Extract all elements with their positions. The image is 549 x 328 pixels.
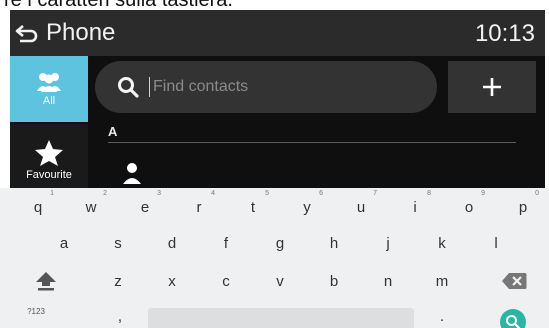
plus-icon <box>483 78 501 96</box>
status-bar: Phone 10:13 <box>10 10 545 56</box>
section-letter: A <box>108 124 118 139</box>
sidebar: All Favourite <box>10 56 88 196</box>
key-f[interactable]: f <box>204 226 248 260</box>
key-v[interactable]: v <box>258 264 302 298</box>
key-g[interactable]: g <box>258 226 302 260</box>
contact-list: A <box>88 120 545 196</box>
add-contact-button[interactable] <box>448 61 536 113</box>
key-z[interactable]: z <box>96 264 140 298</box>
key-p[interactable]: p0 <box>501 190 545 224</box>
symbols-key[interactable]: ?123 <box>14 300 58 322</box>
star-icon <box>35 140 63 166</box>
key-y[interactable]: y6 <box>285 190 329 224</box>
back-arrow-icon <box>15 25 38 43</box>
comma-key[interactable]: , <box>98 304 142 328</box>
backspace-key[interactable] <box>492 264 536 298</box>
key-n[interactable]: n <box>366 264 410 298</box>
spacebar[interactable] <box>148 308 414 328</box>
search-key-icon <box>506 315 521 328</box>
key-o[interactable]: o9 <box>447 190 491 224</box>
key-e[interactable]: e3 <box>123 190 167 224</box>
backspace-icon <box>502 273 527 289</box>
key-u[interactable]: u7 <box>339 190 383 224</box>
key-s[interactable]: s <box>96 226 140 260</box>
key-c[interactable]: c <box>204 264 248 298</box>
search-icon <box>118 77 139 98</box>
key-t[interactable]: t5 <box>231 190 275 224</box>
app-title: Phone <box>46 19 116 46</box>
search-input[interactable] <box>149 77 399 97</box>
contacts-group-icon <box>37 73 61 92</box>
back-button[interactable]: Phone <box>14 17 115 49</box>
sidebar-item-all[interactable]: All <box>10 56 88 122</box>
sidebar-item-label: Favourite <box>26 169 72 181</box>
key-j[interactable]: j <box>366 226 410 260</box>
shift-arrow-icon <box>36 272 56 291</box>
shift-key[interactable] <box>24 264 68 298</box>
key-m[interactable]: m <box>420 264 464 298</box>
period-key[interactable]: . <box>420 304 464 328</box>
key-d[interactable]: d <box>150 226 194 260</box>
key-h[interactable]: h <box>312 226 356 260</box>
clock: 10:13 <box>474 20 535 47</box>
search-key[interactable] <box>500 309 526 328</box>
key-q[interactable]: q1 <box>16 190 60 224</box>
sidebar-item-label: All <box>42 95 56 107</box>
person-icon <box>123 163 141 184</box>
on-screen-keyboard: q1 w2 e3 r4 t5 y6 u7 i8 o9 p0 a s d f g … <box>0 188 549 328</box>
key-x[interactable]: x <box>150 264 194 298</box>
sidebar-item-favourite[interactable]: Favourite <box>10 124 88 196</box>
key-l[interactable]: l <box>474 226 518 260</box>
key-a[interactable]: a <box>42 226 86 260</box>
section-divider <box>108 142 516 143</box>
search-box[interactable] <box>95 61 437 113</box>
key-b[interactable]: b <box>312 264 356 298</box>
key-w[interactable]: w2 <box>69 190 113 224</box>
key-i[interactable]: i8 <box>393 190 437 224</box>
key-r[interactable]: r4 <box>177 190 221 224</box>
key-k[interactable]: k <box>420 226 464 260</box>
